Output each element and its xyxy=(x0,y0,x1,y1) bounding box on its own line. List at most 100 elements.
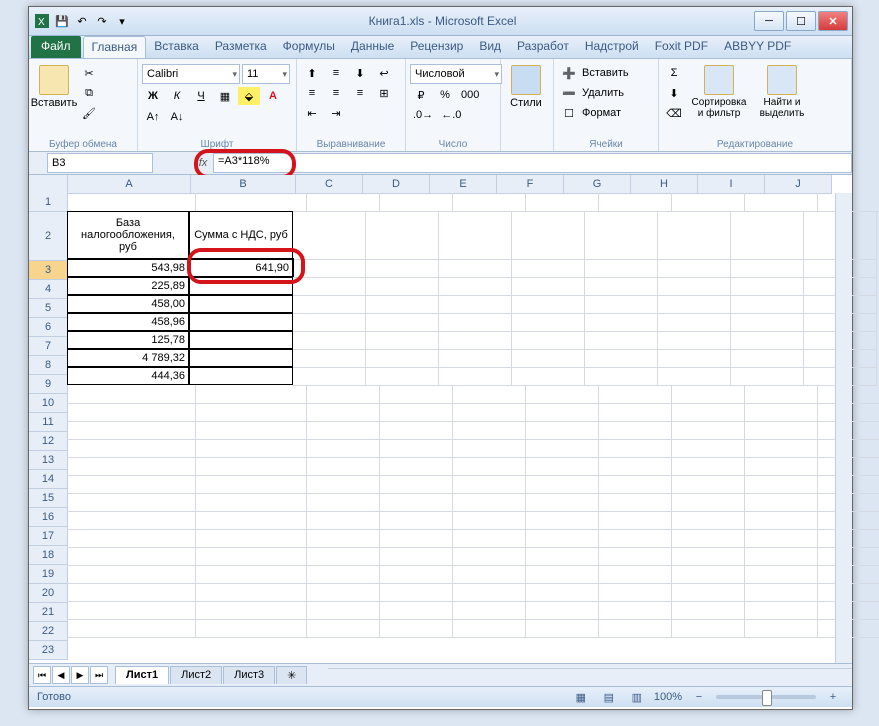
sheet-nav-prev[interactable]: ◀ xyxy=(52,666,70,684)
cell-F7[interactable] xyxy=(512,331,585,350)
align-top-button[interactable]: ⬆ xyxy=(301,64,323,82)
cell-F22[interactable] xyxy=(526,601,599,620)
cell-H10[interactable] xyxy=(672,385,745,404)
cell-G11[interactable] xyxy=(599,403,672,422)
cell-E15[interactable] xyxy=(453,475,526,494)
undo-icon[interactable]: ↶ xyxy=(73,12,91,30)
cell-F10[interactable] xyxy=(526,385,599,404)
tab-foxit[interactable]: Foxit PDF xyxy=(647,36,716,58)
sheet-tab-1[interactable]: Лист1 xyxy=(115,666,169,684)
save-icon[interactable]: 💾 xyxy=(53,12,71,30)
cell-H12[interactable] xyxy=(672,421,745,440)
cell-B19[interactable] xyxy=(196,547,307,566)
cell-H2[interactable] xyxy=(658,211,731,260)
sort-filter-button[interactable]: Сортировка и фильтр xyxy=(688,61,750,138)
number-format-combo[interactable]: Числовой xyxy=(410,64,502,84)
cell-G5[interactable] xyxy=(585,295,658,314)
cell-A13[interactable] xyxy=(67,439,196,458)
row-header-6[interactable]: 6 xyxy=(29,318,68,337)
cell-A18[interactable] xyxy=(67,529,196,548)
cell-F11[interactable] xyxy=(526,403,599,422)
cell-H7[interactable] xyxy=(658,331,731,350)
cell-C12[interactable] xyxy=(307,421,380,440)
cell-A9[interactable]: 444,36 xyxy=(67,367,189,385)
cell-F14[interactable] xyxy=(526,457,599,476)
cell-I6[interactable] xyxy=(731,313,804,332)
cell-H8[interactable] xyxy=(658,349,731,368)
name-box[interactable]: B3 xyxy=(47,153,153,173)
cell-B21[interactable] xyxy=(196,583,307,602)
font-color-button[interactable]: A xyxy=(262,87,284,105)
col-header-A[interactable]: A xyxy=(68,175,191,194)
view-pagebreak-button[interactable]: ▥ xyxy=(626,688,648,706)
tab-file[interactable]: Файл xyxy=(31,36,81,58)
cell-H15[interactable] xyxy=(672,475,745,494)
cell-G16[interactable] xyxy=(599,493,672,512)
cell-I19[interactable] xyxy=(745,547,818,566)
cell-B9[interactable] xyxy=(189,367,293,385)
cell-G20[interactable] xyxy=(599,565,672,584)
cell-E14[interactable] xyxy=(453,457,526,476)
cell-H14[interactable] xyxy=(672,457,745,476)
cell-H11[interactable] xyxy=(672,403,745,422)
cell-G1[interactable] xyxy=(599,193,672,212)
row-header-18[interactable]: 18 xyxy=(29,546,68,565)
tab-view[interactable]: Вид xyxy=(471,36,509,58)
cell-E23[interactable] xyxy=(453,619,526,638)
row-header-12[interactable]: 12 xyxy=(29,432,68,451)
format-cells-button[interactable]: ☐Формат xyxy=(558,104,654,122)
cell-G19[interactable] xyxy=(599,547,672,566)
cell-H21[interactable] xyxy=(672,583,745,602)
inc-decimal-button[interactable]: .0→ xyxy=(410,106,436,124)
cell-A19[interactable] xyxy=(67,547,196,566)
fx-icon[interactable]: fx xyxy=(193,157,213,169)
cell-I20[interactable] xyxy=(745,565,818,584)
font-size-combo[interactable]: 11 xyxy=(242,64,290,84)
tab-home[interactable]: Главная xyxy=(83,36,147,58)
cell-E4[interactable] xyxy=(439,277,512,296)
cell-C23[interactable] xyxy=(307,619,380,638)
cell-E3[interactable] xyxy=(439,259,512,278)
cell-D12[interactable] xyxy=(380,421,453,440)
fill-color-button[interactable]: ⬙ xyxy=(238,87,260,105)
cell-D3[interactable] xyxy=(366,259,439,278)
view-normal-button[interactable]: ▦ xyxy=(570,688,592,706)
cell-C7[interactable] xyxy=(293,331,366,350)
vertical-scrollbar[interactable] xyxy=(835,193,852,663)
align-mid-button[interactable]: ≡ xyxy=(325,64,347,82)
cell-H23[interactable] xyxy=(672,619,745,638)
cell-B14[interactable] xyxy=(196,457,307,476)
cell-I17[interactable] xyxy=(745,511,818,530)
view-layout-button[interactable]: ▤ xyxy=(598,688,620,706)
cell-I7[interactable] xyxy=(731,331,804,350)
cell-E8[interactable] xyxy=(439,349,512,368)
row-header-17[interactable]: 17 xyxy=(29,527,68,546)
tab-layout[interactable]: Разметка xyxy=(207,36,275,58)
cell-B5[interactable] xyxy=(189,295,293,313)
autosum-button[interactable]: Σ xyxy=(663,64,685,82)
cell-A15[interactable] xyxy=(67,475,196,494)
tab-data[interactable]: Данные xyxy=(343,36,402,58)
cell-C2[interactable] xyxy=(293,211,366,260)
cell-I23[interactable] xyxy=(745,619,818,638)
cell-I8[interactable] xyxy=(731,349,804,368)
cell-A23[interactable] xyxy=(67,619,196,638)
cell-I14[interactable] xyxy=(745,457,818,476)
zoom-in-button[interactable]: + xyxy=(822,688,844,706)
cell-G12[interactable] xyxy=(599,421,672,440)
cell-F5[interactable] xyxy=(512,295,585,314)
cell-G23[interactable] xyxy=(599,619,672,638)
row-header-21[interactable]: 21 xyxy=(29,603,68,622)
cell-A14[interactable] xyxy=(67,457,196,476)
cell-H13[interactable] xyxy=(672,439,745,458)
cell-D22[interactable] xyxy=(380,601,453,620)
cell-B22[interactable] xyxy=(196,601,307,620)
cell-D15[interactable] xyxy=(380,475,453,494)
cell-C10[interactable] xyxy=(307,385,380,404)
align-bot-button[interactable]: ⬇ xyxy=(349,64,371,82)
cell-A1[interactable] xyxy=(67,193,196,212)
cell-A17[interactable] xyxy=(67,511,196,530)
row-header-15[interactable]: 15 xyxy=(29,489,68,508)
cell-B17[interactable] xyxy=(196,511,307,530)
cell-C21[interactable] xyxy=(307,583,380,602)
